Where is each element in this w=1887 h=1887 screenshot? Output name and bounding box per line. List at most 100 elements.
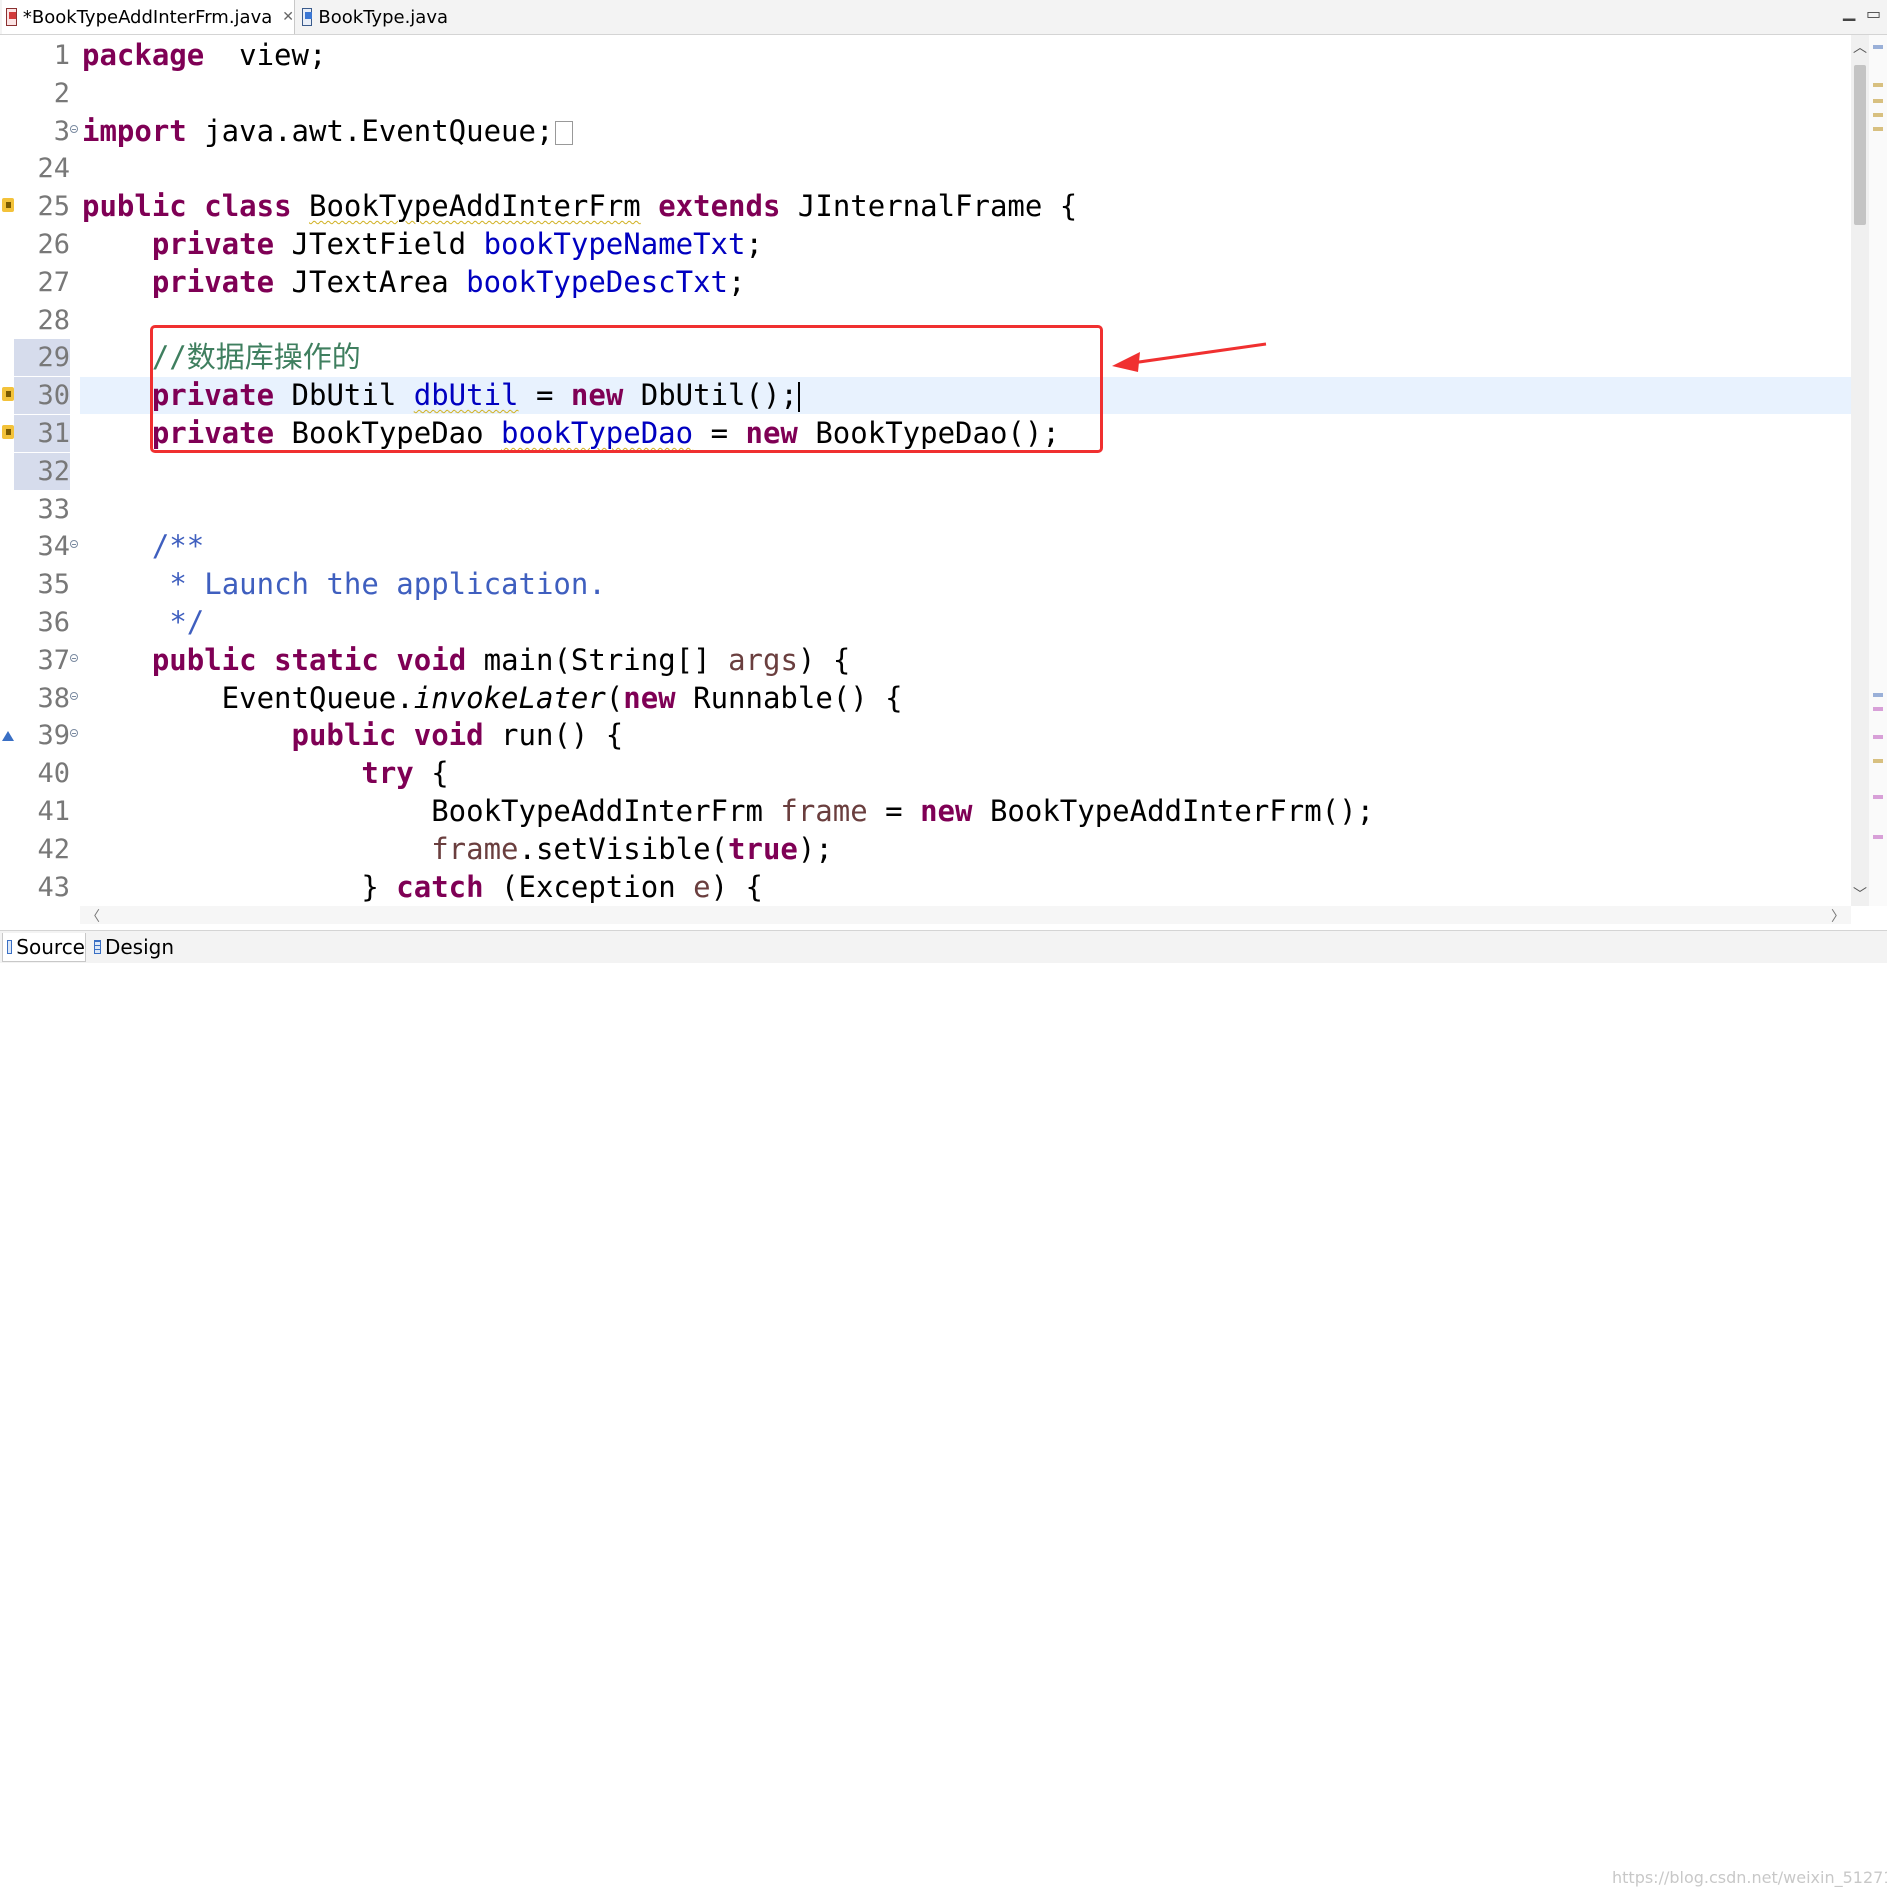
- highlight-box: [150, 325, 1103, 453]
- ruler-mark[interactable]: [1873, 707, 1883, 711]
- fold-toggle-icon[interactable]: [70, 124, 78, 133]
- line-number: 43: [37, 871, 70, 903]
- tab-booktypeaddinterfrm[interactable]: *BookTypeAddInterFrm.java ✕: [2, 0, 295, 34]
- code-text[interactable]: BookTypeAddInterFrm frame = new BookType…: [82, 793, 1374, 830]
- override-icon[interactable]: [2, 731, 14, 742]
- code-line[interactable]: 36 */: [0, 604, 1851, 641]
- ruler-mark[interactable]: [1873, 113, 1883, 117]
- vertical-scrollbar[interactable]: ︿ ﹀: [1851, 35, 1869, 906]
- code-text[interactable]: private JTextArea bookTypeDescTxt;: [82, 264, 746, 301]
- code-line[interactable]: 25 public class BookTypeAddInterFrm exten…: [0, 188, 1851, 225]
- code-line[interactable]: 35 * Launch the application.: [0, 566, 1851, 603]
- code-line[interactable]: 27 private JTextArea bookTypeDescTxt;: [0, 264, 1851, 301]
- fold-toggle-icon[interactable]: [70, 540, 78, 549]
- code-line[interactable]: 38 EventQueue.invokeLater(new Runnable()…: [0, 680, 1851, 717]
- code-line[interactable]: 32: [0, 452, 1851, 490]
- line-number: 42: [37, 833, 70, 865]
- code-line[interactable]: 1 package view;: [0, 37, 1851, 74]
- code-token: package: [82, 38, 205, 72]
- code-text[interactable]: EventQueue.invokeLater(new Runnable() {: [82, 680, 903, 717]
- close-icon[interactable]: ✕: [282, 9, 294, 25]
- code-token: /**: [151, 529, 205, 564]
- code-token: JInternalFrame {: [780, 189, 1078, 224]
- fold-toggle-icon[interactable]: [70, 691, 78, 700]
- ruler-mark[interactable]: [1873, 795, 1883, 799]
- code-editor[interactable]: 1 package view; 2 3 import java.awt.EventQue…: [0, 35, 1851, 906]
- code-token: EventQueue.: [82, 680, 414, 715]
- code-token: args: [728, 642, 798, 677]
- code-line[interactable]: 40 try {: [0, 755, 1851, 792]
- warning-icon[interactable]: [2, 387, 14, 402]
- scroll-down-icon[interactable]: ﹀: [1853, 884, 1867, 904]
- fold-toggle-icon[interactable]: [70, 653, 78, 662]
- code-line[interactable]: 33: [0, 491, 1851, 528]
- line-number: 1: [53, 40, 70, 71]
- code-text[interactable]: private JTextField bookTypeNameTxt;: [82, 226, 763, 263]
- minimize-icon[interactable]: ▁: [1843, 2, 1855, 21]
- warning-icon[interactable]: [2, 425, 14, 439]
- fold-toggle-icon[interactable]: [70, 729, 78, 738]
- code-text[interactable]: * Launch the application.: [82, 566, 606, 603]
- code-text[interactable]: /**: [82, 528, 204, 565]
- scroll-left-icon[interactable]: 〈: [86, 906, 100, 926]
- code-line[interactable]: 39 public void run() {: [0, 717, 1851, 754]
- code-text[interactable]: package view;: [82, 37, 326, 74]
- scroll-up-icon[interactable]: ︿: [1853, 37, 1867, 57]
- tab-label: Source: [16, 935, 85, 959]
- code-text[interactable]: try {: [82, 755, 448, 792]
- code-line[interactable]: 2: [0, 75, 1851, 112]
- code-line[interactable]: 24: [0, 150, 1851, 187]
- folded-region-icon[interactable]: [555, 120, 574, 145]
- code-line[interactable]: 26 private JTextField bookTypeNameTxt;: [0, 226, 1851, 263]
- code-line[interactable]: 34 /**: [0, 528, 1851, 565]
- line-number: 29: [14, 339, 70, 377]
- code-token: view;: [204, 38, 327, 72]
- code-text[interactable]: public void run() {: [82, 717, 624, 754]
- code-token: BookTypeAddInterFrm: [82, 794, 781, 828]
- code-line[interactable]: 3 import java.awt.EventQueue;: [0, 113, 1851, 150]
- line-number: 2: [53, 77, 70, 109]
- code-token: ) {: [797, 642, 851, 677]
- code-line[interactable]: 37 public static void main(String[] args…: [0, 642, 1851, 679]
- code-text[interactable]: */: [82, 604, 204, 641]
- ruler-mark[interactable]: [1873, 735, 1883, 739]
- code-text[interactable]: } catch (Exception e) {: [82, 869, 763, 906]
- tab-source[interactable]: Source: [2, 933, 86, 962]
- overview-ruler[interactable]: [1869, 35, 1887, 906]
- source-icon: [7, 940, 13, 954]
- scrollbar-thumb[interactable]: [1854, 65, 1866, 225]
- code-text[interactable]: public static void main(String[] args) {: [82, 642, 850, 679]
- code-text[interactable]: public class BookTypeAddInterFrm extends…: [82, 188, 1077, 225]
- warning-icon[interactable]: [2, 198, 14, 213]
- horizontal-scrollbar[interactable]: 〈 〉: [80, 906, 1851, 926]
- ruler-mark[interactable]: [1873, 45, 1883, 49]
- code-text[interactable]: import java.awt.EventQueue;: [82, 113, 574, 150]
- ruler-mark[interactable]: [1873, 127, 1883, 131]
- code-token: invokeLater: [413, 680, 606, 715]
- tab-label: Design: [104, 935, 174, 959]
- ruler-mark[interactable]: [1873, 693, 1883, 697]
- code-text[interactable]: frame.setVisible(true);: [82, 831, 833, 868]
- scroll-right-icon[interactable]: 〉: [1831, 906, 1845, 926]
- ruler-mark[interactable]: [1873, 835, 1883, 839]
- tab-design[interactable]: Design: [90, 933, 174, 961]
- code-token: }: [82, 869, 397, 904]
- ruler-mark[interactable]: [1873, 99, 1883, 103]
- tab-booktype[interactable]: BookType.java: [298, 0, 448, 34]
- ruler-mark[interactable]: [1873, 759, 1883, 763]
- code-line[interactable]: 42 frame.setVisible(true);: [0, 831, 1851, 868]
- line-number: 25: [37, 191, 70, 223]
- code-line[interactable]: 43 } catch (Exception e) {: [0, 869, 1851, 906]
- code-token: main(String[]: [466, 642, 729, 677]
- code-token: */: [169, 605, 205, 639]
- code-line[interactable]: 41 BookTypeAddInterFrm frame = new BookT…: [0, 793, 1851, 830]
- maximize-icon[interactable]: ▭: [1866, 4, 1881, 23]
- ruler-mark[interactable]: [1873, 83, 1883, 87]
